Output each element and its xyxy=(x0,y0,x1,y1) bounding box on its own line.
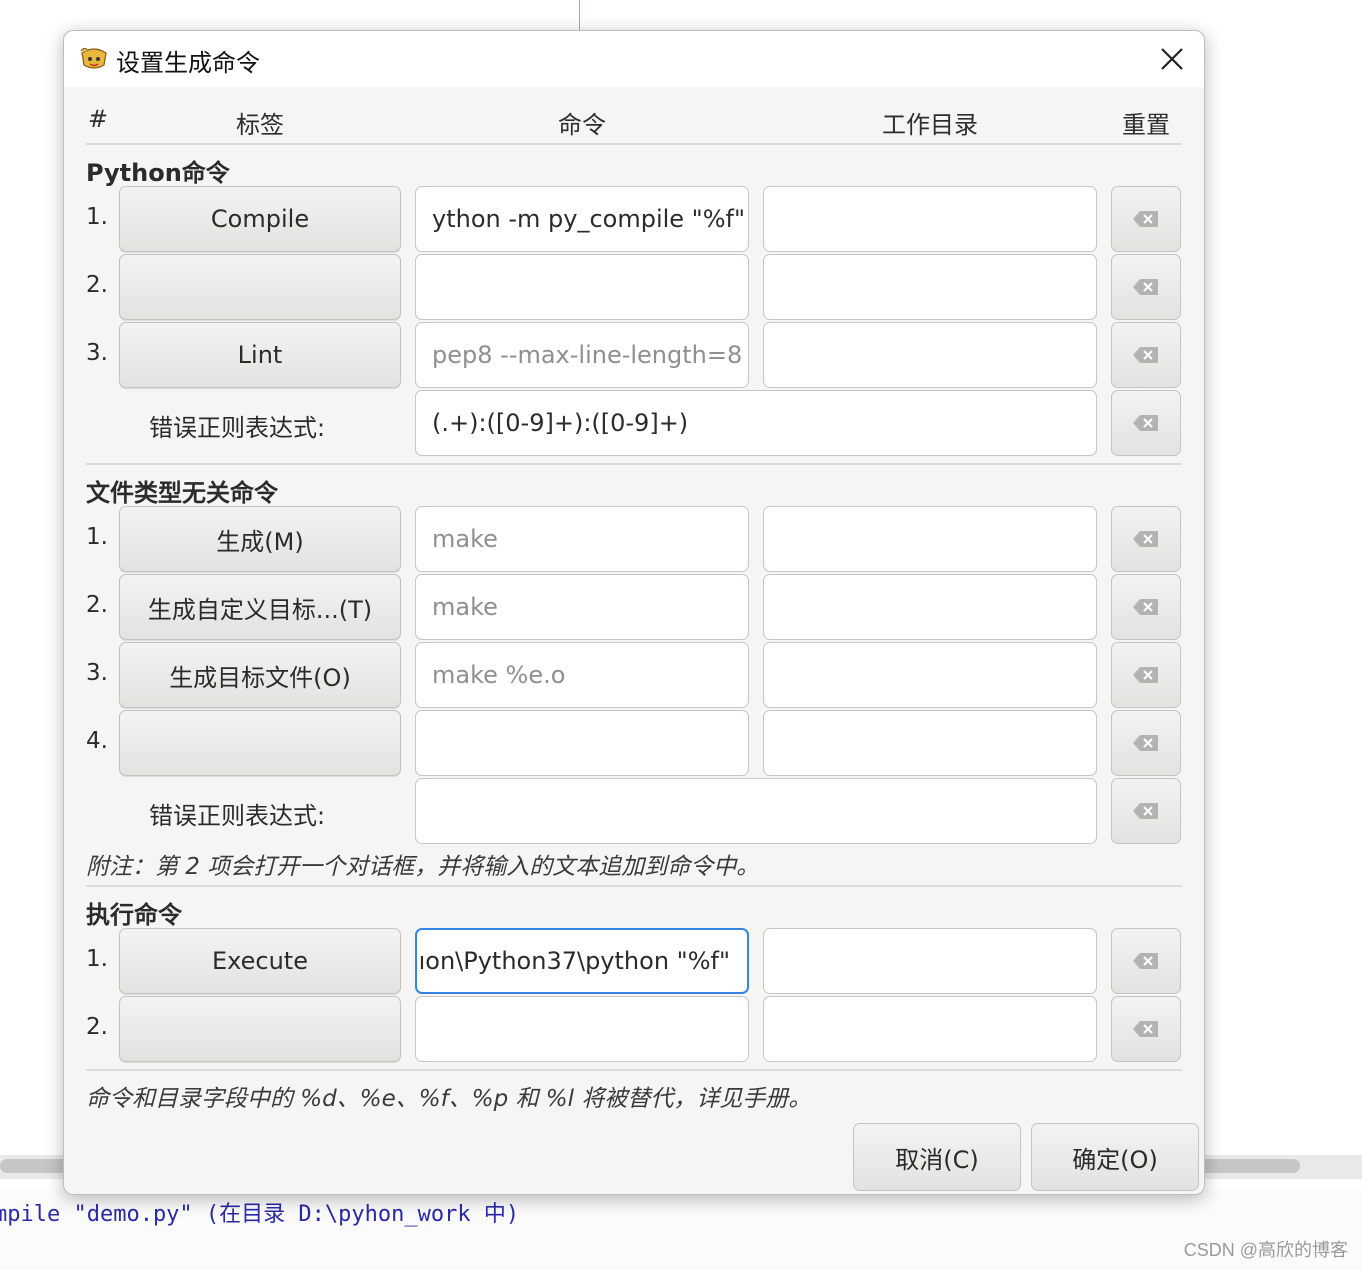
row-number: 1. xyxy=(86,204,108,230)
close-button[interactable] xyxy=(1152,39,1192,79)
python-command-input-3[interactable]: pep8 --max-line-length=8 xyxy=(415,322,749,388)
col-header-label: 标签 xyxy=(236,111,284,139)
cancel-button[interactable]: 取消(C) xyxy=(853,1123,1021,1191)
independent-reset-button-2[interactable] xyxy=(1111,574,1181,640)
build-commands-dialog: 设置生成命令 # 标签 命令 工作目录 重置 Python命令 1. Compi… xyxy=(63,30,1205,1195)
independent-label-button-2[interactable]: 生成自定义目标...(T) xyxy=(119,574,401,640)
execute-reset-button-2[interactable] xyxy=(1111,996,1181,1062)
execute-workdir-input-1[interactable] xyxy=(763,928,1097,994)
backspace-clear-icon xyxy=(1133,211,1158,227)
python-command-input-2[interactable] xyxy=(415,254,749,320)
independent-label-button-1[interactable]: 生成(M) xyxy=(119,506,401,572)
row-number: 2. xyxy=(86,592,108,618)
independent-command-input-2[interactable]: make xyxy=(415,574,749,640)
independent-workdir-input-3[interactable] xyxy=(763,642,1097,708)
backspace-clear-icon xyxy=(1133,1021,1158,1037)
independent-workdir-input-2[interactable] xyxy=(763,574,1097,640)
backspace-clear-icon xyxy=(1133,803,1158,819)
row-number: 1. xyxy=(86,946,108,972)
python-workdir-input-2[interactable] xyxy=(763,254,1097,320)
footer-note: 命令和目录字段中的 %d、%e、%f、%p 和 %l 将被替代，详见手册。 xyxy=(86,1086,812,1112)
app-logo-icon xyxy=(78,43,110,75)
backspace-clear-icon xyxy=(1133,531,1158,547)
independent-regex-reset-button[interactable] xyxy=(1111,778,1181,844)
section-divider xyxy=(86,463,1182,465)
col-header-reset: 重置 xyxy=(1122,111,1170,139)
col-header-command: 命令 xyxy=(558,111,606,139)
row-number: 4. xyxy=(86,728,108,754)
col-header-workdir: 工作目录 xyxy=(882,111,978,139)
dialog-titlebar: 设置生成命令 xyxy=(64,31,1204,87)
section-title-execute: 执行命令 xyxy=(86,901,182,929)
independent-workdir-input-1[interactable] xyxy=(763,506,1097,572)
independent-command-input-4[interactable] xyxy=(415,710,749,776)
command-text-prefix: ıon xyxy=(418,947,456,975)
execute-command-input-2[interactable] xyxy=(415,996,749,1062)
independent-note: 附注：第 2 项会打开一个对话框，并将输入的文本追加到命令中。 xyxy=(86,854,760,880)
python-regex-input[interactable]: (.+):([0-9]+):([0-9]+) xyxy=(415,390,1097,456)
python-command-input-1[interactable]: ython -m py_compile "%f" xyxy=(415,186,749,252)
independent-command-input-1[interactable]: make xyxy=(415,506,749,572)
independent-label-button-3[interactable]: 生成目标文件(O) xyxy=(119,642,401,708)
independent-reset-button-3[interactable] xyxy=(1111,642,1181,708)
execute-label-button-1[interactable]: Execute xyxy=(119,928,401,994)
python-workdir-input-3[interactable] xyxy=(763,322,1097,388)
backspace-clear-icon xyxy=(1133,599,1158,615)
independent-reset-button-4[interactable] xyxy=(1111,710,1181,776)
execute-workdir-input-2[interactable] xyxy=(763,996,1097,1062)
independent-regex-label: 错误正则表达式: xyxy=(149,802,326,830)
python-label-button-2[interactable] xyxy=(119,254,401,320)
backspace-clear-icon xyxy=(1133,279,1158,295)
backspace-clear-icon xyxy=(1133,735,1158,751)
header-divider xyxy=(86,143,1182,145)
python-label-button-3[interactable]: Lint xyxy=(119,322,401,388)
row-number: 2. xyxy=(86,1014,108,1040)
independent-label-button-4[interactable] xyxy=(119,710,401,776)
backspace-clear-icon xyxy=(1133,347,1158,363)
execute-command-input-1[interactable]: ıon \Python37\python "%f" xyxy=(415,928,749,994)
watermark: CSDN @高欣的博客 xyxy=(1183,1240,1348,1260)
col-header-num: # xyxy=(88,105,109,133)
independent-reset-button-1[interactable] xyxy=(1111,506,1181,572)
python-reset-button-2[interactable] xyxy=(1111,254,1181,320)
row-number: 3. xyxy=(86,340,108,366)
section-divider xyxy=(86,1069,1182,1071)
python-reset-button-1[interactable] xyxy=(1111,186,1181,252)
section-title-independent: 文件类型无关命令 xyxy=(86,479,278,507)
section-title-python: Python命令 xyxy=(86,159,230,187)
python-workdir-input-1[interactable] xyxy=(763,186,1097,252)
independent-workdir-input-4[interactable] xyxy=(763,710,1097,776)
execute-reset-button-1[interactable] xyxy=(1111,928,1181,994)
row-number: 2. xyxy=(86,272,108,298)
compiler-message: mpile "demo.py" (在目录 D:\pyhon_work 中) xyxy=(0,1202,520,1227)
backspace-clear-icon xyxy=(1133,953,1158,969)
section-divider xyxy=(86,885,1182,887)
python-regex-label: 错误正则表达式: xyxy=(149,414,326,442)
execute-label-button-2[interactable] xyxy=(119,996,401,1062)
row-number: 3. xyxy=(86,660,108,686)
python-reset-button-3[interactable] xyxy=(1111,322,1181,388)
command-text: \Python37\python "%f" xyxy=(455,947,730,975)
row-number: 1. xyxy=(86,524,108,550)
python-label-button-1[interactable]: Compile xyxy=(119,186,401,252)
dialog-title: 设置生成命令 xyxy=(116,49,260,77)
close-icon xyxy=(1161,48,1183,70)
independent-command-input-3[interactable]: make %e.o xyxy=(415,642,749,708)
editor-guide-line xyxy=(579,0,580,30)
backspace-clear-icon xyxy=(1133,667,1158,683)
independent-regex-input[interactable] xyxy=(415,778,1097,844)
ok-button[interactable]: 确定(O) xyxy=(1031,1123,1199,1191)
backspace-clear-icon xyxy=(1133,415,1158,431)
python-regex-reset-button[interactable] xyxy=(1111,390,1181,456)
